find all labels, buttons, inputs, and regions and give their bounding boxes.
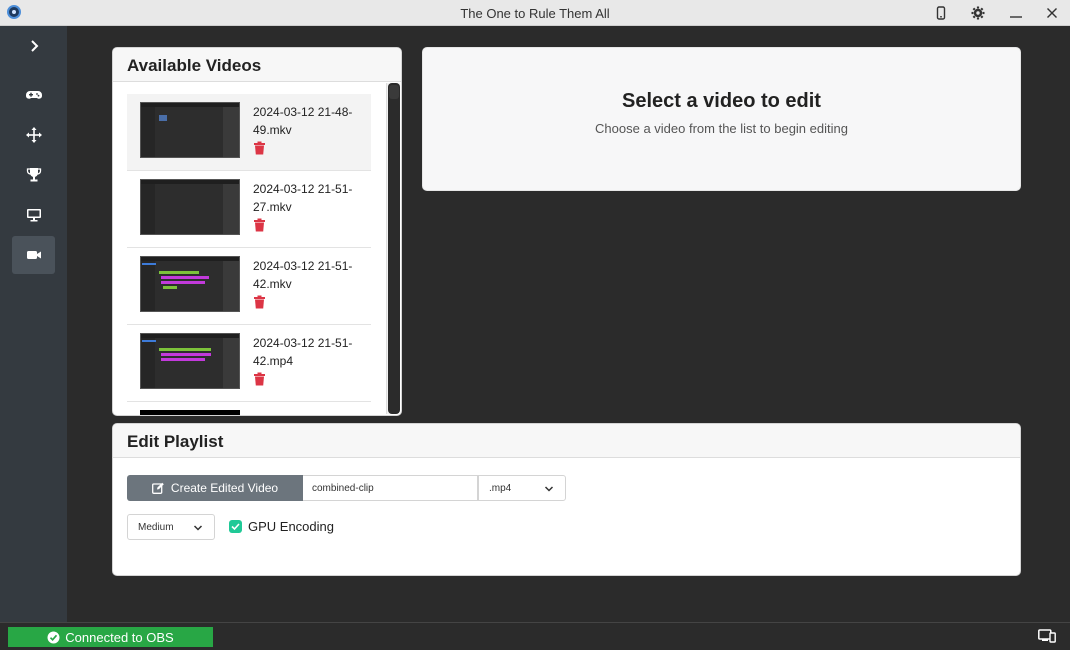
video-thumbnail <box>140 410 240 415</box>
create-edited-video-label: Create Edited Video <box>170 481 279 495</box>
obs-connection-text: Connected to OBS <box>65 629 174 645</box>
video-filename: 2024-03-12 21-51- 27.mkv <box>253 182 353 214</box>
move-arrows-icon <box>25 127 42 143</box>
video-list-item[interactable]: 2024-03-12 21-51- 42.mp4 <box>127 325 371 402</box>
chevron-right-icon <box>30 40 38 52</box>
edit-playlist-panel: Edit Playlist Create Edited Video .mp4 M… <box>112 423 1021 576</box>
status-bar: Connected to OBS <box>0 622 1070 650</box>
sidebar-item-gamepad[interactable] <box>12 76 55 114</box>
video-filename: 2024-03-12 21-51- 42.mkv <box>253 259 353 291</box>
scrollbar-thumb[interactable] <box>388 83 400 414</box>
create-edited-video-button[interactable]: Create Edited Video <box>127 475 303 501</box>
video-thumbnail <box>140 333 240 389</box>
editor-placeholder-subtitle: Choose a video from the list to begin ed… <box>595 121 848 136</box>
video-thumbnail <box>140 256 240 312</box>
quality-select[interactable]: Medium <box>127 514 215 540</box>
close-icon[interactable] <box>1042 3 1062 23</box>
window-title: The One to Rule Them All <box>460 6 610 21</box>
trash-icon[interactable] <box>253 141 266 155</box>
available-videos-panel: Available Videos 2024-03-12 21-48- 49.mkv… <box>112 47 402 416</box>
video-filename: 2024-03-12 21-48- 49.mkv <box>253 105 353 137</box>
editor-placeholder-title: Select a video to edit <box>622 90 821 112</box>
sidebar-expand-button[interactable] <box>12 27 55 65</box>
editor-placeholder: Select a video to edit Choose a video fr… <box>422 47 1021 191</box>
check-circle-icon <box>47 631 60 643</box>
edit-icon <box>151 482 164 494</box>
video-camera-icon <box>26 251 41 259</box>
edit-playlist-title: Edit Playlist <box>113 424 1020 458</box>
gpu-encoding-checkbox[interactable] <box>229 520 242 533</box>
video-list-scrollbar[interactable] <box>386 83 400 414</box>
video-thumbnail <box>140 179 240 235</box>
video-list-item[interactable]: 2024-03-12 21-51- 27.mkv <box>127 171 371 248</box>
sidebar-item-monitor[interactable] <box>12 196 55 234</box>
available-videos-title: Available Videos <box>113 48 401 82</box>
extension-select-value: .mp4 <box>489 483 512 494</box>
title-bar: The One to Rule Them All <box>0 0 1070 26</box>
video-list-item[interactable] <box>127 402 371 415</box>
trash-icon[interactable] <box>253 218 266 232</box>
minimize-icon[interactable] <box>1006 3 1026 23</box>
sidebar-item-videos[interactable] <box>12 236 55 274</box>
video-filename: 2024-03-12 21-51- 42.mp4 <box>253 336 353 368</box>
trophy-icon <box>26 168 41 182</box>
quality-select-value: Medium <box>138 522 174 533</box>
extension-select[interactable]: .mp4 <box>478 475 566 501</box>
gpu-encoding-label[interactable]: GPU Encoding <box>248 519 334 534</box>
obs-connection-status: Connected to OBS <box>8 627 213 647</box>
sidebar-item-trophy[interactable] <box>12 156 55 194</box>
phone-icon[interactable] <box>931 3 951 23</box>
monitor-icon <box>26 209 41 222</box>
trash-icon[interactable] <box>253 295 266 309</box>
output-filename-input[interactable] <box>303 475 478 501</box>
chevron-down-icon <box>193 525 203 531</box>
sidebar-item-move[interactable] <box>12 116 55 154</box>
sidebar <box>0 26 67 622</box>
trash-icon[interactable] <box>253 372 266 386</box>
gamepad-icon <box>25 91 42 99</box>
checkmark-icon <box>231 523 240 531</box>
display-icon[interactable] <box>1038 629 1056 644</box>
video-list: 2024-03-12 21-48- 49.mkv 2024-03-12 21-51… <box>127 94 371 415</box>
video-thumbnail <box>140 102 240 158</box>
video-list-item[interactable]: 2024-03-12 21-48- 49.mkv <box>127 94 371 171</box>
gear-icon[interactable] <box>968 3 988 23</box>
chevron-down-icon <box>544 486 554 492</box>
video-list-item[interactable]: 2024-03-12 21-51- 42.mkv <box>127 248 371 325</box>
